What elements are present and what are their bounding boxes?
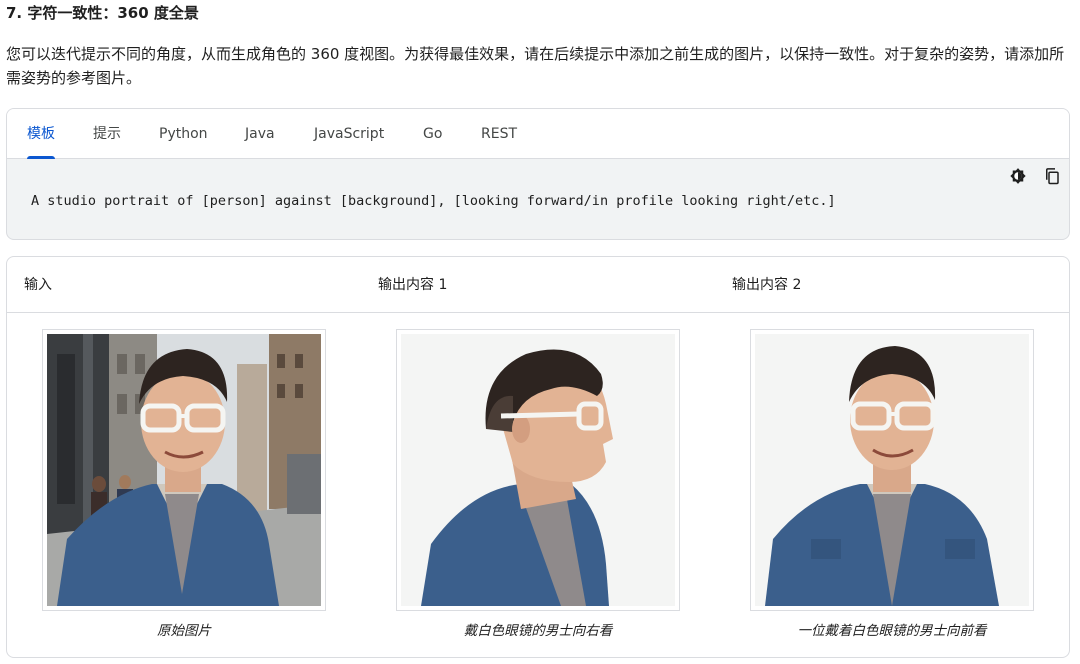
section-heading: 7. 字符一致性：360 度全景 bbox=[6, 4, 199, 22]
code-text: A studio portrait of [person] against [b… bbox=[31, 193, 836, 209]
tab-python[interactable]: Python bbox=[159, 109, 208, 159]
tab-javascript[interactable]: JavaScript bbox=[314, 109, 384, 159]
table-cell-output-1: 戴白色眼镜的男士向右看 bbox=[396, 329, 680, 639]
tab-template[interactable]: 模板 bbox=[27, 109, 55, 159]
table-header: 输入 输出内容 1 输出内容 2 bbox=[7, 257, 1069, 313]
tab-prompt[interactable]: 提示 bbox=[93, 109, 121, 159]
caption-original: 原始图片 bbox=[157, 623, 211, 639]
comparison-table: 输入 输出内容 1 输出内容 2 原始图片 戴白色眼镜的男士向右看 一位戴着白色… bbox=[6, 256, 1070, 658]
front-photo bbox=[750, 329, 1034, 611]
header-output-2: 输出内容 2 bbox=[732, 277, 802, 293]
tab-go[interactable]: Go bbox=[423, 109, 442, 159]
caption-profile: 戴白色眼镜的男士向右看 bbox=[463, 623, 613, 639]
profile-photo bbox=[396, 329, 680, 611]
section-intro: 您可以迭代提示不同的角度，从而生成角色的 360 度视图。为获得最佳效果，请在后… bbox=[6, 45, 1065, 87]
header-input: 输入 bbox=[24, 277, 52, 293]
table-cell-output-2: 一位戴着白色眼镜的男士向前看 bbox=[750, 329, 1034, 639]
code-body: A studio portrait of [person] against [b… bbox=[7, 159, 1069, 239]
table-cell-input: 原始图片 bbox=[42, 329, 326, 639]
caption-front: 一位戴着白色眼镜的男士向前看 bbox=[797, 623, 987, 639]
theme-toggle-icon[interactable] bbox=[1007, 165, 1029, 187]
tab-rest[interactable]: REST bbox=[481, 109, 517, 159]
tab-java[interactable]: Java bbox=[245, 109, 275, 159]
copy-icon[interactable] bbox=[1041, 165, 1063, 187]
code-card: 模板 提示 Python Java JavaScript Go REST A s… bbox=[6, 108, 1070, 240]
header-output-1: 输出内容 1 bbox=[378, 277, 448, 293]
language-tabs: 模板 提示 Python Java JavaScript Go REST bbox=[7, 109, 1069, 159]
original-photo bbox=[42, 329, 326, 611]
